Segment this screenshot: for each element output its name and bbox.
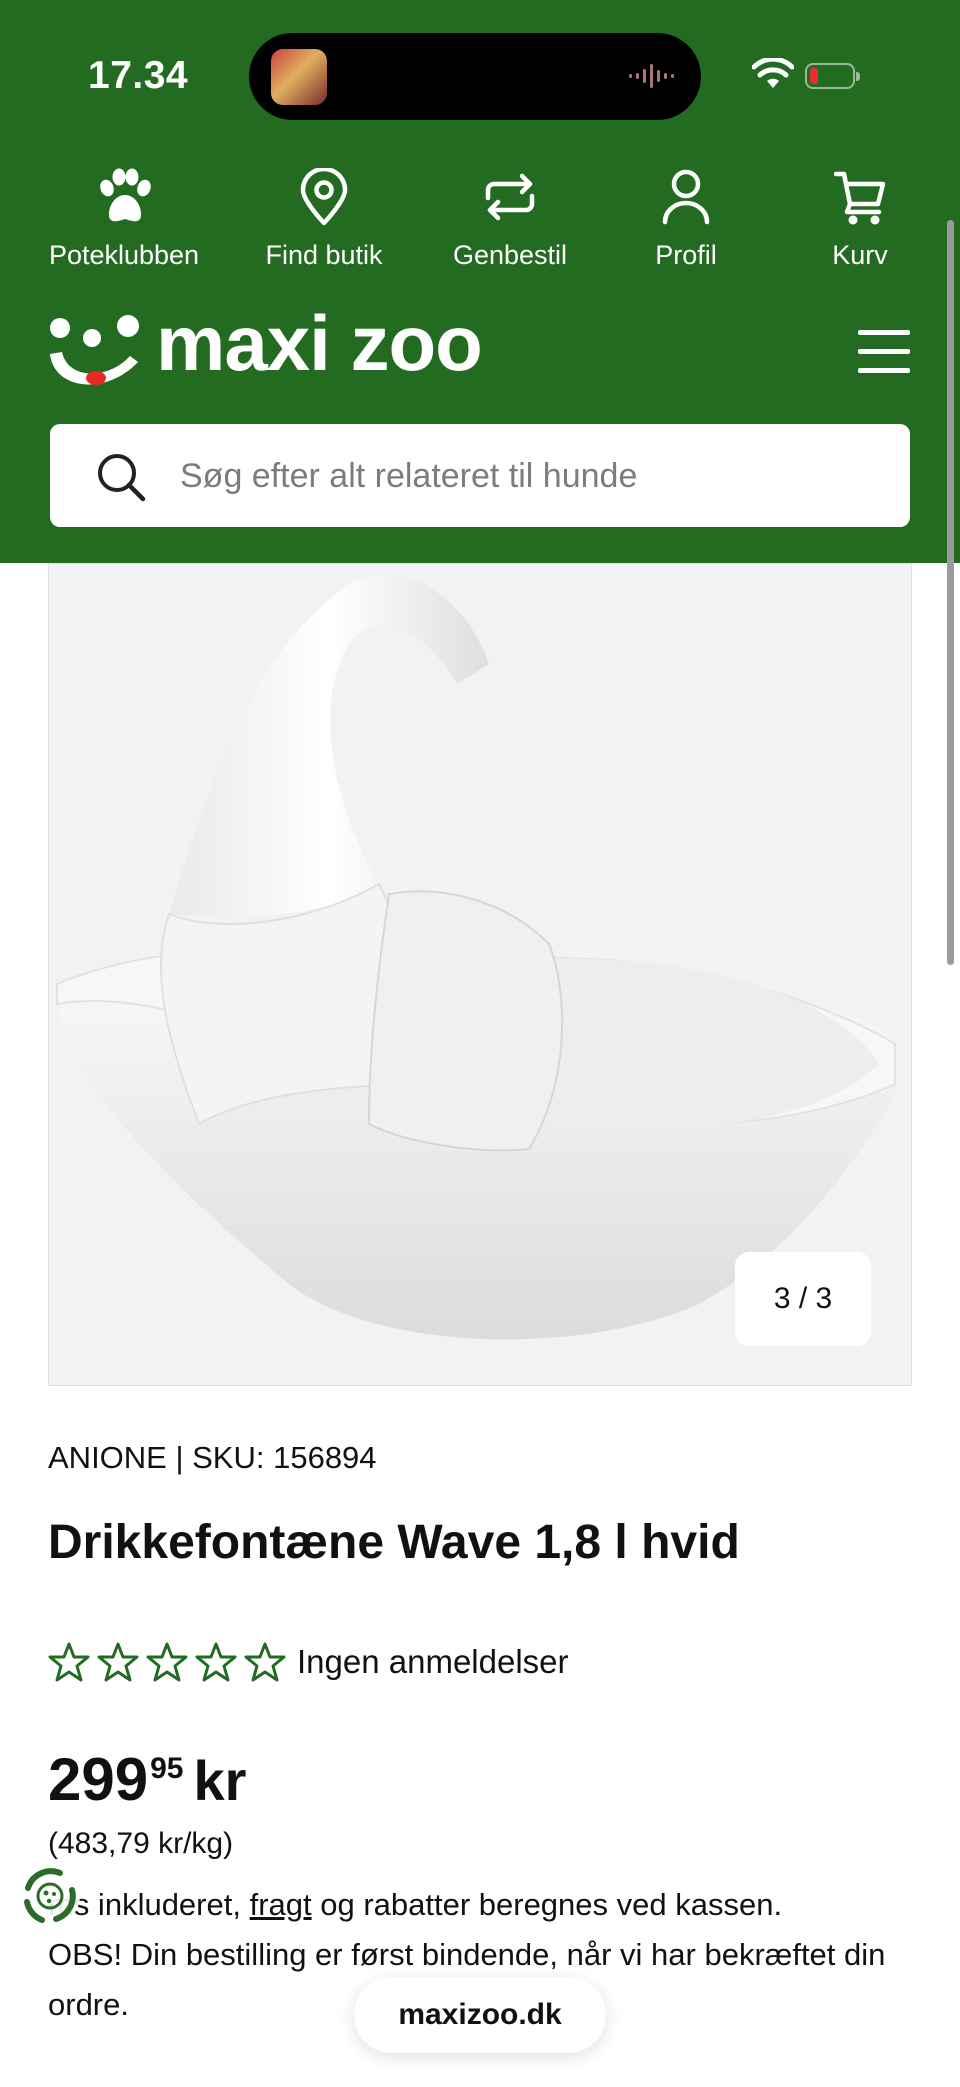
cookie-settings-icon[interactable]	[16, 1862, 84, 1930]
price-cents: 95	[150, 1752, 184, 1785]
wifi-icon	[752, 58, 794, 88]
battery-icon	[805, 63, 860, 89]
notes-line1-suffix: og rabatter beregnes ved kassen.	[311, 1887, 783, 1922]
audio-wave-icon	[629, 64, 674, 88]
brand-sku: ANIONE | SKU: 156894	[48, 1440, 377, 1475]
battery-level	[810, 68, 818, 84]
nav-genbestil[interactable]: Genbestil	[440, 168, 580, 271]
star-empty-icon	[244, 1642, 286, 1682]
price-currency: kr	[193, 1749, 247, 1812]
maxi-zoo-logo-icon[interactable]	[46, 310, 146, 400]
search-input[interactable]	[178, 442, 882, 510]
nav-find-butik[interactable]: Find butik	[252, 168, 396, 271]
user-icon	[662, 169, 710, 225]
shipping-link[interactable]: fragt	[250, 1887, 312, 1922]
rating-row[interactable]: Ingen anmeldelser	[48, 1640, 569, 1684]
rating-text[interactable]: Ingen anmeldelser	[297, 1643, 569, 1681]
nav-kurv[interactable]: Kurv	[810, 168, 910, 271]
search-icon	[98, 454, 146, 502]
product-title: Drikkefontæne Wave 1,8 l hvid	[48, 1516, 740, 1569]
product-price: 29995 kr	[48, 1750, 246, 1810]
star-empty-icon	[97, 1642, 139, 1682]
star-empty-icon	[146, 1642, 188, 1682]
price-main: 299	[48, 1746, 149, 1813]
status-time: 17.34	[88, 54, 189, 97]
unit-price: (483,79 kr/kg)	[48, 1827, 234, 1860]
nav-label: Poteklubben	[48, 240, 200, 270]
nav-label: Genbestil	[452, 240, 568, 270]
repeat-icon	[485, 173, 535, 221]
star-empty-icon	[48, 1642, 90, 1682]
site-header: 17.34 Poteklubben Find butik Genbestil P…	[0, 0, 960, 563]
nav-label: Find butik	[265, 240, 383, 270]
now-playing-thumbnail	[271, 49, 327, 105]
dynamic-island	[249, 33, 701, 120]
nav-poteklubben[interactable]: Poteklubben	[44, 168, 204, 271]
image-counter: 3 / 3	[735, 1252, 871, 1346]
cart-icon	[834, 171, 886, 225]
search-bar[interactable]	[50, 424, 910, 527]
hamburger-menu-icon[interactable]	[858, 330, 910, 376]
nav-profil[interactable]: Profil	[628, 168, 744, 271]
map-pin-icon	[300, 168, 348, 226]
nav-label: Kurv	[832, 240, 888, 270]
browser-address-pill[interactable]: maxizoo.dk	[354, 1977, 606, 2053]
nav-label: Profil	[655, 240, 717, 270]
paw-icon	[100, 168, 151, 222]
star-empty-icon	[195, 1642, 237, 1682]
page-scrollbar[interactable]	[947, 220, 954, 965]
logo-wordmark[interactable]: maxi zoo	[156, 304, 483, 382]
